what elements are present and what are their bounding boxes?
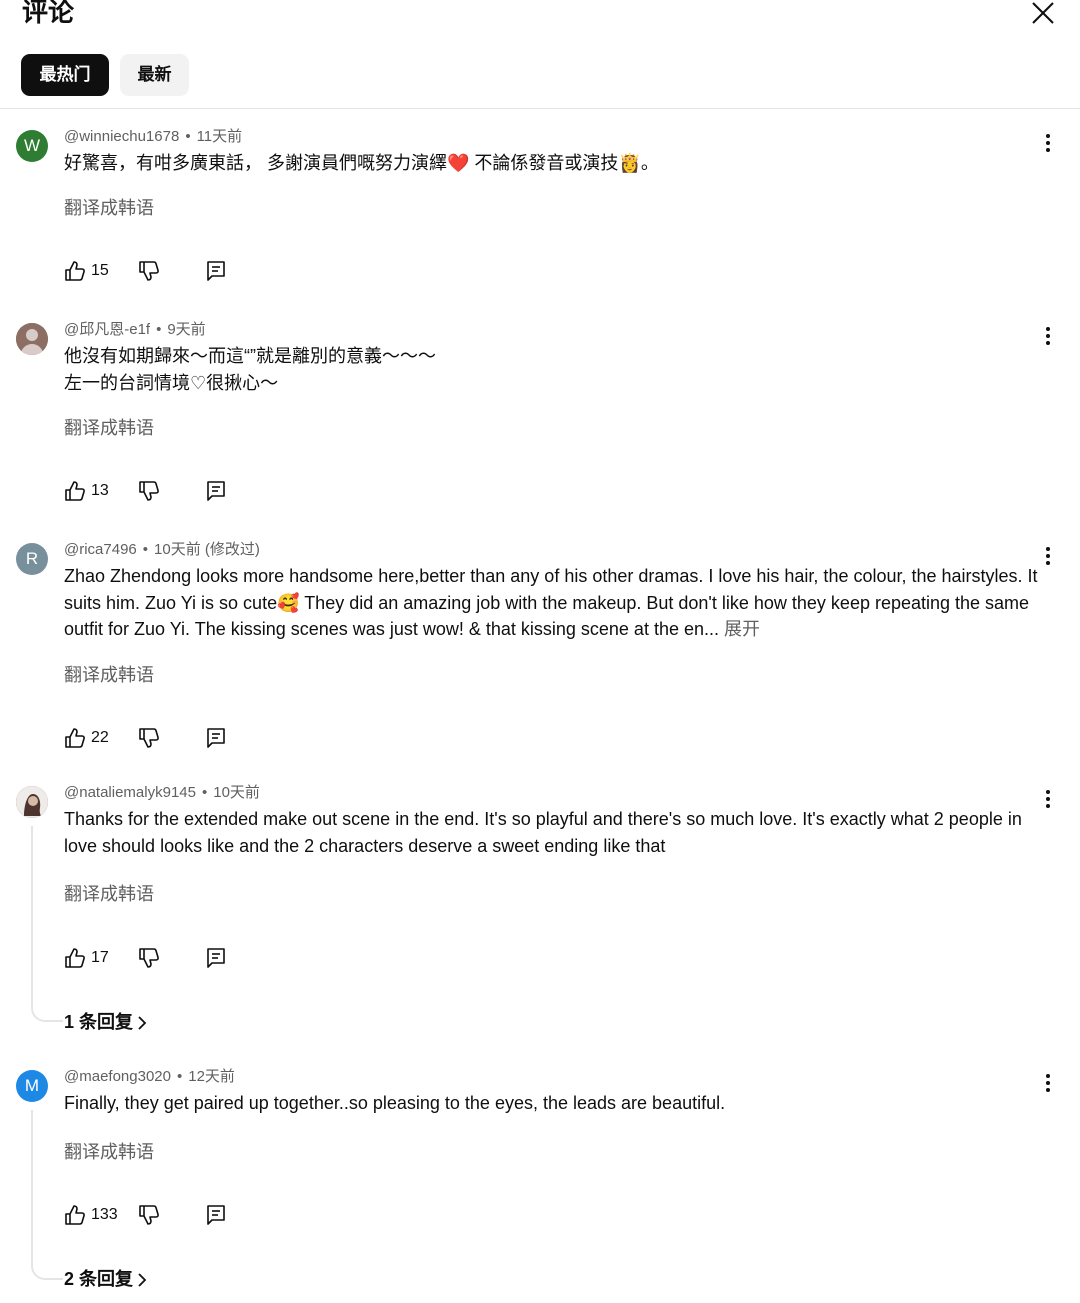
comment-line: 左一的台詞情境♡很揪心～: [64, 372, 279, 393]
red-heart-emoji: ❤️: [447, 153, 470, 173]
like-count: 133: [91, 1206, 118, 1223]
comments-header: 评论 最热门 最新: [0, 0, 1080, 109]
translate-link[interactable]: 翻译成韩语: [64, 195, 154, 221]
avatar[interactable]: W: [16, 130, 48, 162]
chevron-right-icon: [138, 1273, 147, 1287]
comment-text-part: 不論係發音或演技: [469, 153, 619, 173]
comment-author[interactable]: @maefong3020: [64, 1068, 171, 1085]
comment-meta: @maefong3020 • 12天前: [64, 1068, 235, 1085]
comment-meta: @winniechu1678 • 11天前: [64, 128, 243, 145]
comment-author[interactable]: @winniechu1678: [64, 128, 179, 145]
like-count: 13: [91, 482, 109, 499]
comment-author[interactable]: @nataliemalyk9145: [64, 784, 196, 801]
avatar[interactable]: M: [16, 1070, 48, 1102]
more-options-icon[interactable]: [1038, 130, 1058, 156]
comment-text-part: 。: [640, 153, 659, 173]
thumb-down-icon[interactable]: [138, 258, 160, 284]
comment-time[interactable]: 10天前: [213, 784, 260, 801]
avatar[interactable]: [16, 786, 48, 818]
comment-text: 他沒有如期歸來～而這“”就是離別的意義～～～ 左一的台詞情境♡很揪心～: [64, 343, 1039, 396]
comment-time[interactable]: 12天前: [188, 1068, 235, 1085]
thumb-down-icon[interactable]: [138, 725, 160, 751]
princess-emoji: 👸: [618, 153, 641, 173]
avatar[interactable]: [16, 323, 48, 355]
reply-icon[interactable]: [206, 945, 226, 971]
view-replies-button[interactable]: 1 条回复: [64, 1009, 147, 1035]
more-options-icon[interactable]: [1038, 786, 1058, 812]
page-title: 评论: [22, 0, 75, 27]
like-count: 22: [91, 729, 109, 746]
reply-icon[interactable]: [206, 478, 226, 504]
close-icon[interactable]: [1030, 0, 1056, 26]
profile-photo-icon: [16, 786, 48, 818]
translate-link[interactable]: 翻译成韩语: [64, 662, 154, 688]
comment-author[interactable]: @邱凡恩-e1f: [64, 321, 150, 338]
more-options-icon[interactable]: [1038, 323, 1058, 349]
chevron-right-icon: [138, 1016, 147, 1030]
translate-link[interactable]: 翻译成韩语: [64, 881, 154, 907]
avatar[interactable]: R: [16, 543, 48, 575]
reply-thread-line: [31, 1110, 63, 1280]
more-options-icon[interactable]: [1038, 1070, 1058, 1096]
reply-icon[interactable]: [206, 725, 226, 751]
comment-text-part: 好驚喜，有咁多廣東話， 多謝演員們嘅努力演繹: [64, 153, 447, 173]
thumb-down-icon[interactable]: [138, 1202, 160, 1228]
translate-link[interactable]: 翻译成韩语: [64, 1139, 154, 1165]
thumb-up-icon[interactable]: [64, 725, 86, 751]
smiling-face-hearts-emoji: 🥰: [277, 592, 300, 613]
tab-newest[interactable]: 最新: [120, 54, 189, 96]
translate-link[interactable]: 翻译成韩语: [64, 415, 154, 441]
comment-time[interactable]: 11天前: [197, 128, 243, 145]
comment-text: Finally, they get paired up together..so…: [64, 1093, 726, 1113]
comment-meta: @邱凡恩-e1f • 9天前: [64, 321, 206, 338]
thumb-up-icon[interactable]: [64, 478, 86, 504]
comment-time[interactable]: 9天前: [167, 321, 205, 338]
reply-icon[interactable]: [206, 258, 226, 284]
thumb-up-icon[interactable]: [64, 1202, 86, 1228]
comment-text: Zhao Zhendong looks more handsome here,b…: [64, 563, 1039, 643]
comment-time[interactable]: 10天前 (修改过): [154, 541, 260, 558]
thumb-up-icon[interactable]: [64, 945, 86, 971]
thumb-down-icon[interactable]: [138, 945, 160, 971]
reply-icon[interactable]: [206, 1202, 226, 1228]
comment-meta: @nataliemalyk9145 • 10天前: [64, 784, 260, 801]
like-count: 15: [91, 262, 109, 279]
expand-link[interactable]: 展开: [724, 619, 760, 639]
more-options-icon[interactable]: [1038, 543, 1058, 569]
comment-line: 他沒有如期歸來～而這“”就是離別的意義～～～: [64, 346, 436, 366]
comment-author[interactable]: @rica7496: [64, 541, 137, 558]
reply-thread-line: [31, 826, 63, 1022]
thumb-down-icon[interactable]: [138, 478, 160, 504]
comment-text: Thanks for the extended make out scene i…: [64, 809, 1022, 856]
like-count: 17: [91, 949, 109, 966]
comment-text: 好驚喜，有咁多廣東話， 多謝演員們嘅努力演繹❤️ 不論係發音或演技👸。: [64, 150, 1039, 177]
tab-top-comments[interactable]: 最热门: [21, 54, 109, 96]
replies-label: 1 条回复: [64, 1012, 134, 1032]
view-replies-button[interactable]: 2 条回复: [64, 1266, 147, 1292]
replies-label: 2 条回复: [64, 1269, 134, 1289]
person-icon: [16, 323, 48, 355]
thumb-up-icon[interactable]: [64, 258, 86, 284]
comment-meta: @rica7496 • 10天前 (修改过): [64, 541, 260, 558]
